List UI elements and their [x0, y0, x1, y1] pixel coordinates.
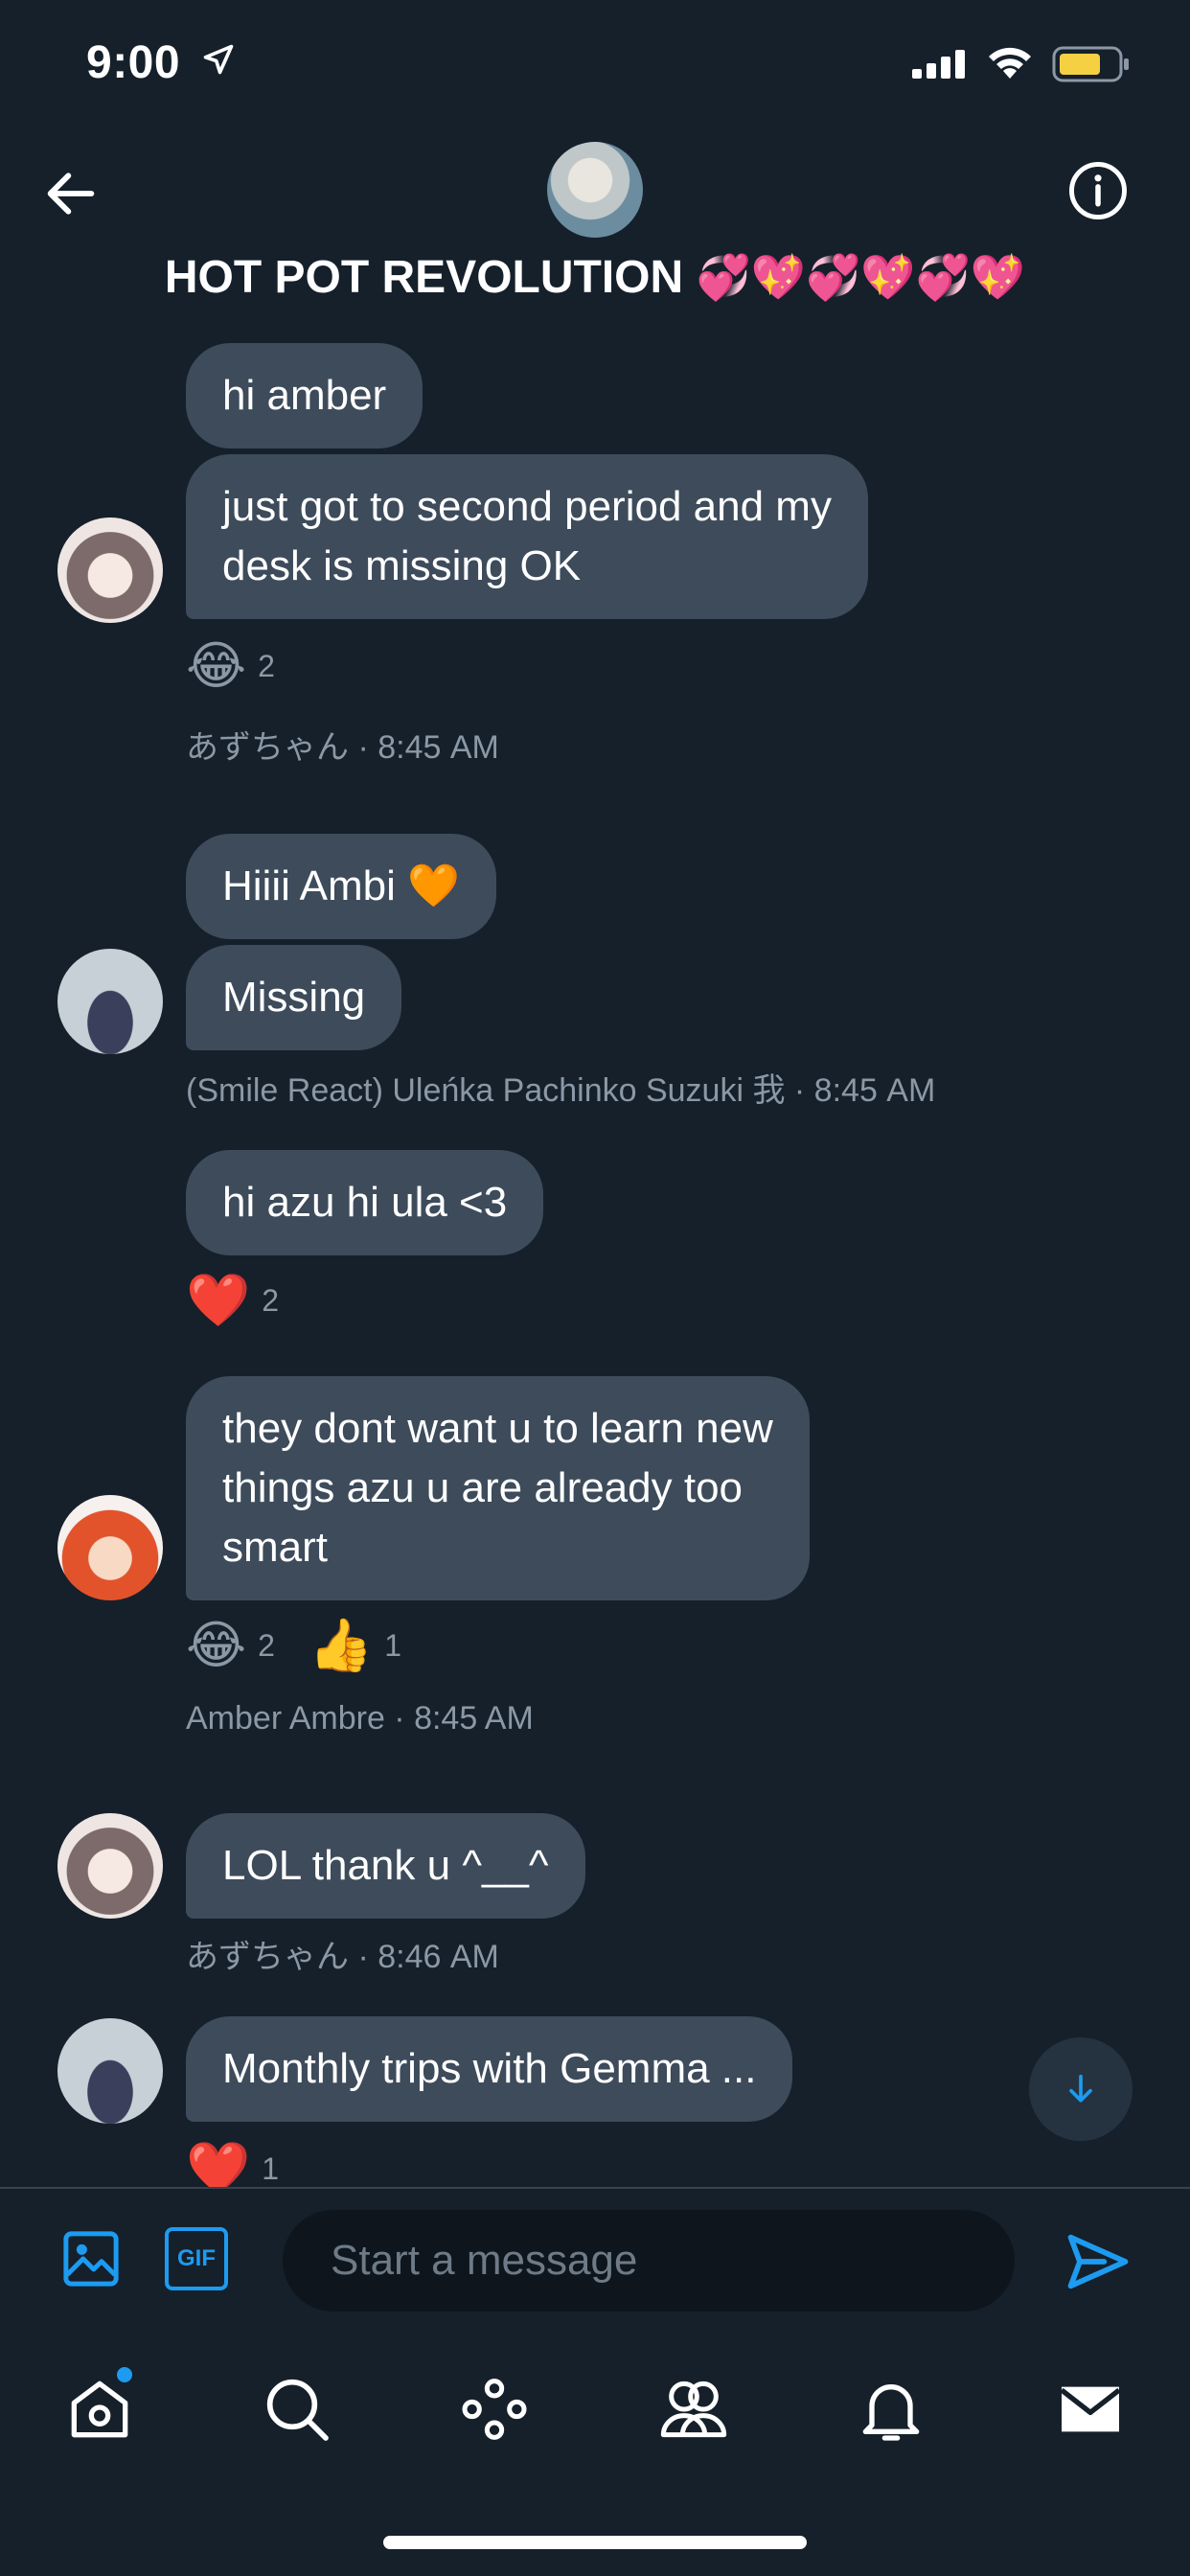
message-input[interactable] [283, 2210, 1015, 2312]
tab-search[interactable] [259, 2371, 335, 2448]
message-bubble[interactable]: Monthly trips with Gemma ... [186, 2016, 793, 2122]
avatar[interactable] [57, 949, 163, 1054]
reaction-count: 2 [258, 648, 275, 683]
group-avatar[interactable] [547, 142, 643, 238]
reaction-badge[interactable]: 😂 2 [186, 1620, 275, 1671]
message-text: hi amber [222, 372, 387, 419]
message-text: Missing [222, 974, 366, 1021]
notification-dot [117, 2367, 132, 2382]
search-icon [266, 2379, 329, 2441]
tab-notifications[interactable] [853, 2371, 929, 2448]
communities-icon [660, 2380, 727, 2438]
home-indicator [383, 2536, 807, 2549]
group-title-emoji: 💞💖💞💖💞💖 [696, 252, 1026, 302]
tab-spaces[interactable] [456, 2371, 533, 2448]
scroll-to-bottom-button[interactable] [1029, 2037, 1133, 2141]
heart-emoji-icon: ❤️ [186, 1272, 251, 1329]
reaction-count: 1 [262, 2150, 280, 2186]
status-bar: 9:00 [0, 0, 1190, 134]
message-bubble[interactable]: just got to second period and my desk is… [186, 454, 868, 619]
message-bubble[interactable]: Hiiii Ambi 🧡 [186, 834, 496, 939]
reaction-badge[interactable]: ❤️ 1 [186, 2143, 279, 2187]
message-text: Hiiii Ambi 🧡 [222, 862, 460, 909]
message-text: they dont want u to learn new [222, 1405, 773, 1452]
tab-bar [0, 2333, 1190, 2486]
message-text: just got to second period and my [222, 483, 832, 530]
spaces-icon [462, 2379, 527, 2440]
cellular-signal-icon [912, 50, 965, 79]
reaction-count: 1 [384, 1627, 402, 1663]
message-text: LOL thank u ^__^ [222, 1842, 549, 1889]
message-bubble[interactable]: Missing [186, 945, 402, 1050]
message-meta: Amber Ambre · 8:45 AM [186, 1700, 534, 1736]
reaction-badge[interactable]: ❤️ 2 [186, 1275, 279, 1326]
tab-messages[interactable] [1052, 2371, 1129, 2448]
home-icon [71, 2380, 128, 2438]
heart-emoji-icon: ❤️ [186, 2140, 251, 2187]
tab-communities[interactable] [655, 2371, 732, 2448]
avatar[interactable] [57, 518, 163, 623]
message-bubble[interactable]: they dont want u to learn new things azu… [186, 1376, 810, 1600]
info-icon[interactable] [1066, 159, 1130, 222]
avatar[interactable] [57, 2018, 163, 2124]
envelope-icon [1060, 2386, 1121, 2432]
reaction-count: 2 [258, 1627, 275, 1663]
gif-button[interactable]: GIF [165, 2227, 228, 2290]
message-bubble[interactable]: hi azu hi ula <3 [186, 1150, 544, 1255]
avatar[interactable] [57, 1813, 163, 1919]
image-icon[interactable] [59, 2227, 123, 2290]
status-time: 9:00 [86, 37, 181, 88]
location-arrow-icon [203, 44, 234, 75]
message-list[interactable]: hi amber just got to second period and m… [0, 326, 1190, 2187]
avatar[interactable] [57, 1495, 163, 1600]
message-text: hi azu hi ula <3 [222, 1179, 508, 1226]
thumbs-up-emoji-icon: 👍 [309, 1617, 374, 1674]
reaction-count: 2 [262, 1282, 280, 1318]
message-meta: (Smile React) Uleńka Pachinko Suzuki 我 ·… [186, 1072, 936, 1109]
reaction-badge[interactable]: 👍 1 [309, 1620, 401, 1671]
reaction-badge[interactable]: 😂 2 [186, 640, 275, 692]
bell-icon [862, 2384, 920, 2441]
tab-home[interactable] [61, 2367, 138, 2448]
message-meta: あずちゃん · 8:45 AM [186, 729, 499, 766]
message-text: Monthly trips with Gemma ... [222, 2045, 757, 2092]
message-bubble[interactable]: hi amber [186, 343, 423, 448]
laughing-emoji-icon: 😂 [186, 1617, 247, 1674]
send-icon[interactable] [1062, 2225, 1134, 2298]
message-meta: あずちゃん · 8:46 AM [186, 1939, 499, 1975]
group-title[interactable]: HOT POT REVOLUTION 💞💖💞💖💞💖 [0, 251, 1190, 304]
group-title-text: HOT POT REVOLUTION [164, 252, 684, 303]
message-composer: GIF [0, 2189, 1190, 2333]
arrow-down-icon [1069, 2074, 1092, 2103]
wifi-icon [989, 47, 1031, 79]
message-bubble[interactable]: LOL thank u ^__^ [186, 1813, 585, 1919]
battery-icon [1052, 46, 1129, 82]
message-text: things azu u are already too [222, 1464, 744, 1511]
laughing-emoji-icon: 😂 [186, 637, 247, 695]
back-arrow-icon[interactable] [40, 163, 102, 224]
message-text: desk is missing OK [222, 542, 582, 589]
message-text: smart [222, 1524, 328, 1571]
